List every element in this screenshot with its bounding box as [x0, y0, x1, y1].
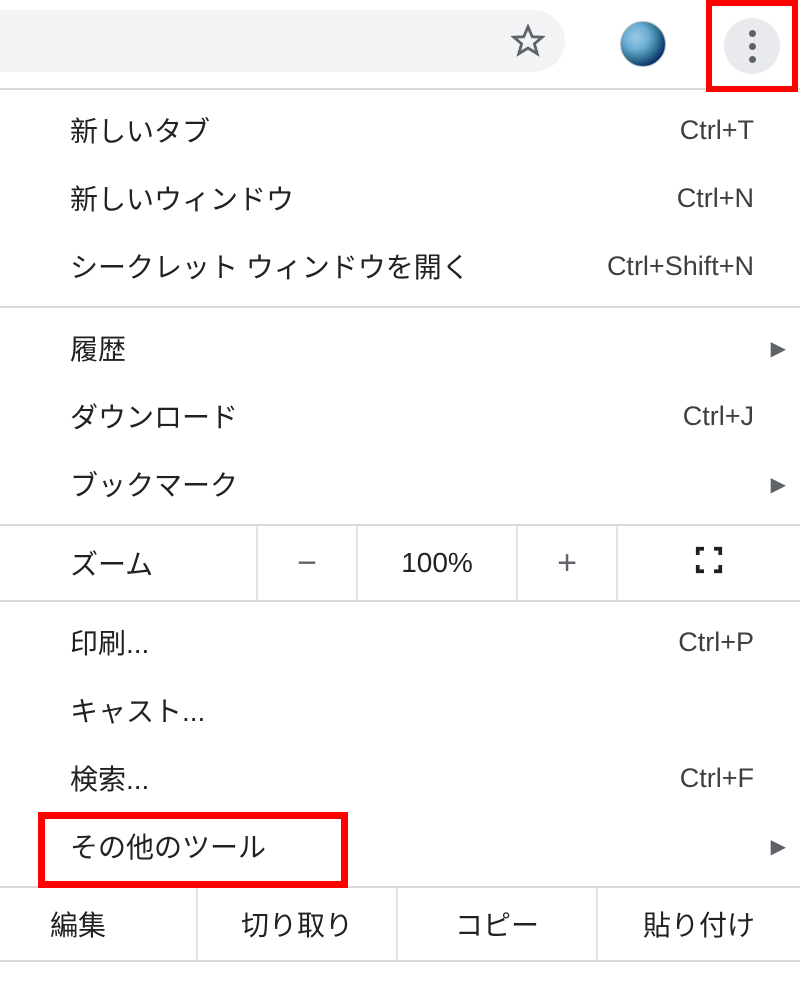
menu-item-label: 履歴	[70, 328, 764, 368]
edit-copy-button[interactable]: コピー	[398, 888, 598, 960]
menu-group-2: 履歴 ▶ ダウンロード Ctrl+J ブックマーク ▶	[0, 308, 800, 526]
profile-avatar[interactable]	[620, 21, 666, 67]
menu-group-1: 新しいタブ Ctrl+T 新しいウィンドウ Ctrl+N シークレット ウィンド…	[0, 90, 800, 308]
fullscreen-button[interactable]	[618, 545, 800, 582]
menu-item-shortcut: Ctrl+T	[680, 115, 754, 146]
menu-item-shortcut: Ctrl+J	[683, 401, 754, 432]
menu-item-shortcut: Ctrl+P	[678, 627, 754, 658]
zoom-value: 100%	[358, 526, 518, 600]
omnibox[interactable]	[0, 10, 565, 72]
menu-item-new-window[interactable]: 新しいウィンドウ Ctrl+N	[0, 164, 800, 232]
menu-item-label: 印刷...	[70, 622, 678, 662]
menu-item-new-tab[interactable]: 新しいタブ Ctrl+T	[0, 96, 800, 164]
menu-item-find[interactable]: 検索... Ctrl+F	[0, 744, 800, 812]
fullscreen-icon	[694, 545, 724, 582]
edit-paste-button[interactable]: 貼り付け	[598, 888, 800, 960]
menu-item-history[interactable]: 履歴 ▶	[0, 314, 800, 382]
menu-item-label: 検索...	[70, 758, 680, 798]
menu-item-label: ダウンロード	[70, 396, 683, 436]
submenu-arrow-icon: ▶	[771, 336, 786, 361]
menu-item-more-tools[interactable]: その他のツール ▶	[0, 812, 800, 880]
menu-item-label: その他のツール	[70, 826, 764, 866]
submenu-arrow-icon: ▶	[771, 472, 786, 497]
menu-group-3: 印刷... Ctrl+P キャスト... 検索... Ctrl+F その他のツー…	[0, 602, 800, 888]
menu-item-label: キャスト...	[70, 690, 764, 730]
zoom-label: ズーム	[0, 526, 258, 600]
highlight-menu-button	[706, 0, 798, 92]
menu-item-label: ブックマーク	[70, 464, 764, 504]
menu-item-bookmarks[interactable]: ブックマーク ▶	[0, 450, 800, 518]
zoom-out-button[interactable]: −	[258, 526, 358, 600]
menu-item-label: 新しいタブ	[70, 110, 680, 150]
chrome-menu: 新しいタブ Ctrl+T 新しいウィンドウ Ctrl+N シークレット ウィンド…	[0, 90, 800, 962]
menu-item-downloads[interactable]: ダウンロード Ctrl+J	[0, 382, 800, 450]
menu-item-incognito-window[interactable]: シークレット ウィンドウを開く Ctrl+Shift+N	[0, 232, 800, 300]
menu-item-print[interactable]: 印刷... Ctrl+P	[0, 608, 800, 676]
menu-item-shortcut: Ctrl+N	[677, 183, 754, 214]
menu-item-label: 新しいウィンドウ	[70, 178, 677, 218]
bookmark-star-icon[interactable]	[511, 24, 545, 58]
menu-zoom-row: ズーム − 100% +	[0, 526, 800, 602]
menu-item-cast[interactable]: キャスト...	[0, 676, 800, 744]
submenu-arrow-icon: ▶	[771, 834, 786, 859]
menu-item-shortcut: Ctrl+F	[680, 763, 754, 794]
zoom-in-button[interactable]: +	[518, 526, 618, 600]
menu-edit-row: 編集 切り取り コピー 貼り付け	[0, 888, 800, 962]
more-vertical-icon	[749, 30, 756, 63]
chrome-menu-button[interactable]	[724, 18, 780, 74]
menu-item-shortcut: Ctrl+Shift+N	[607, 251, 754, 282]
edit-label: 編集	[0, 888, 198, 960]
browser-toolbar	[0, 0, 800, 90]
menu-item-label: シークレット ウィンドウを開く	[70, 246, 607, 286]
edit-cut-button[interactable]: 切り取り	[198, 888, 398, 960]
